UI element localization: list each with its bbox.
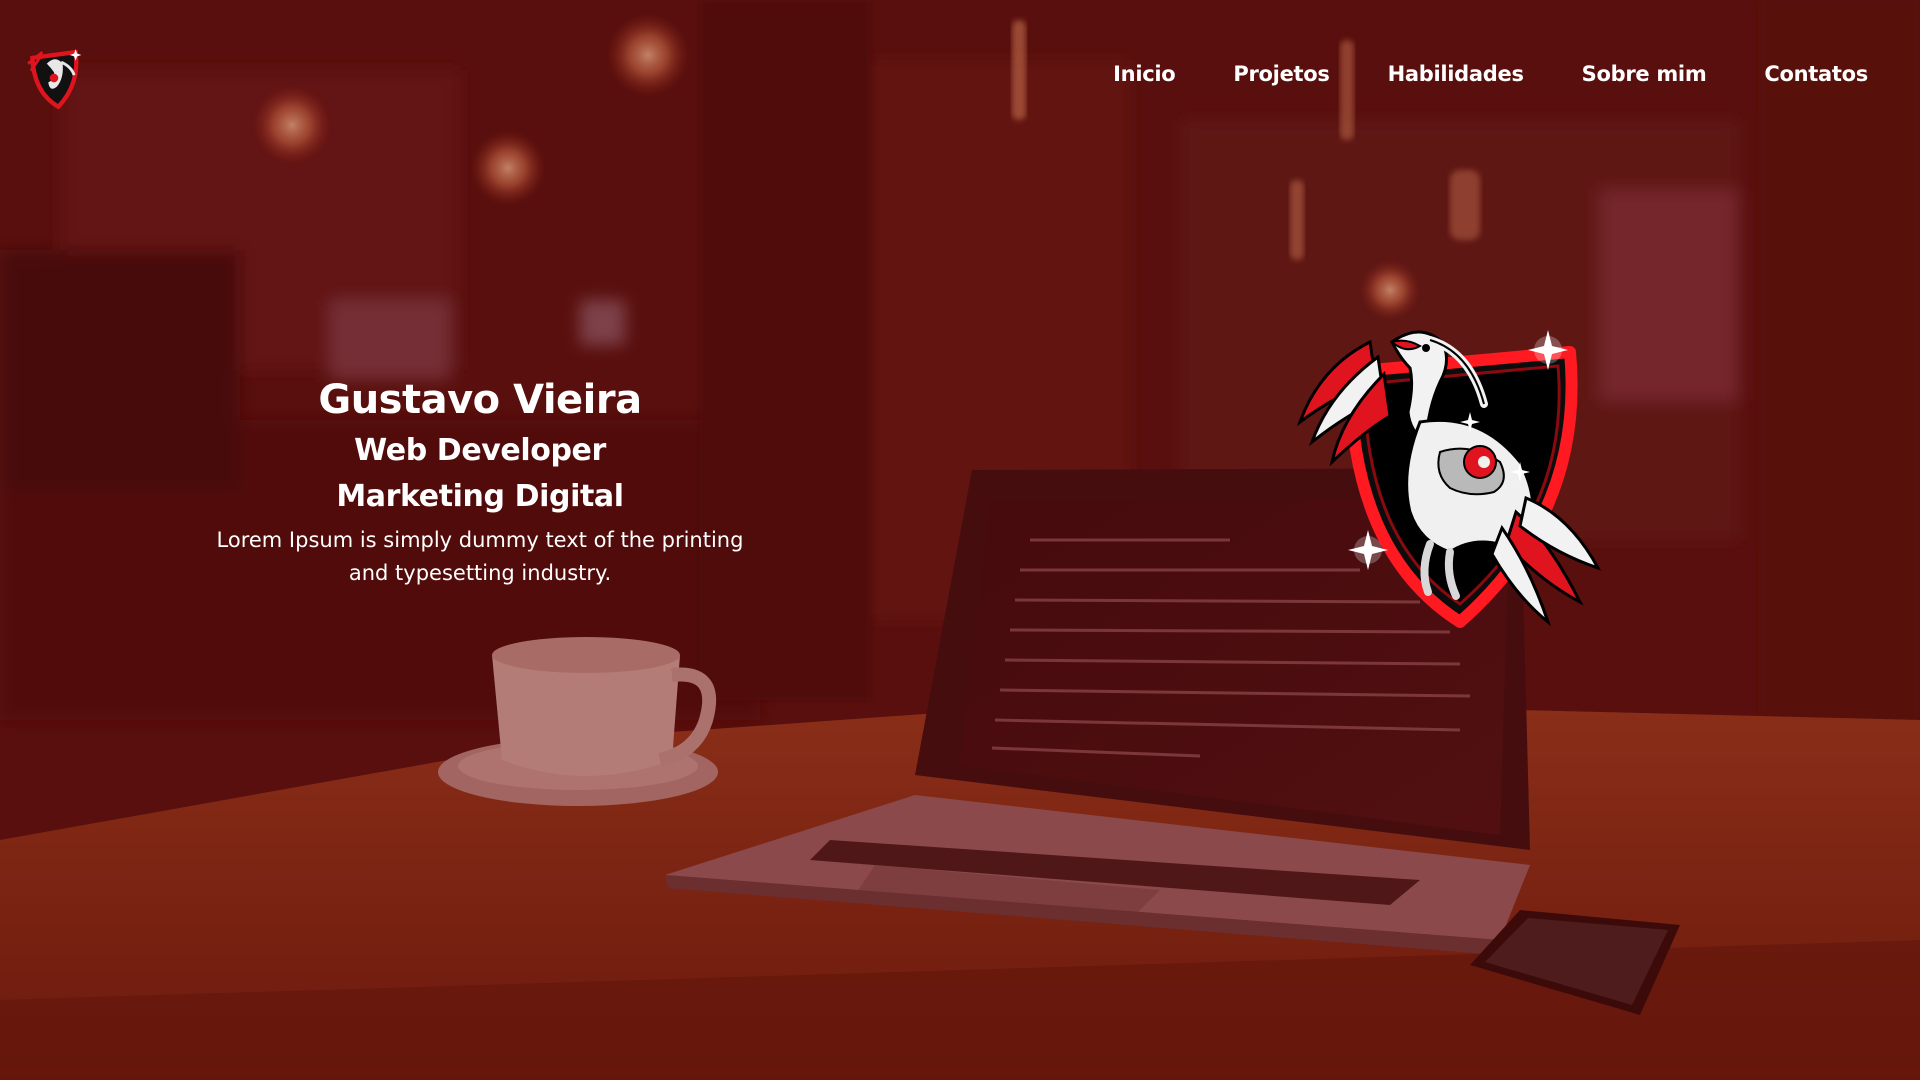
hero-description: Lorem Ipsum is simply dummy text of the … (216, 528, 744, 585)
hero-role-web-developer: Web Developer (354, 433, 606, 468)
hero-role-marketing-digital: Marketing Digital (336, 479, 624, 514)
nav-link-inicio[interactable]: Inicio (1113, 62, 1176, 86)
hero-intro: Gustavo Vieira Web Developer Marketing D… (180, 372, 780, 590)
nav-link-projetos[interactable]: Projetos (1233, 62, 1329, 86)
hero-name: Gustavo Vieira (318, 377, 642, 423)
hero-section: Inicio Projetos Habilidades Sobre mim Co… (0, 0, 1920, 1080)
nav-link-sobre-mim[interactable]: Sobre mim (1582, 62, 1707, 86)
nav-link-habilidades[interactable]: Habilidades (1388, 62, 1524, 86)
ibis-shield-emblem-icon (1296, 330, 1602, 628)
ibis-shield-logo-icon[interactable] (18, 40, 90, 116)
main-nav: Inicio Projetos Habilidades Sobre mim Co… (1055, 62, 1868, 86)
nav-link-contatos[interactable]: Contatos (1764, 62, 1868, 86)
